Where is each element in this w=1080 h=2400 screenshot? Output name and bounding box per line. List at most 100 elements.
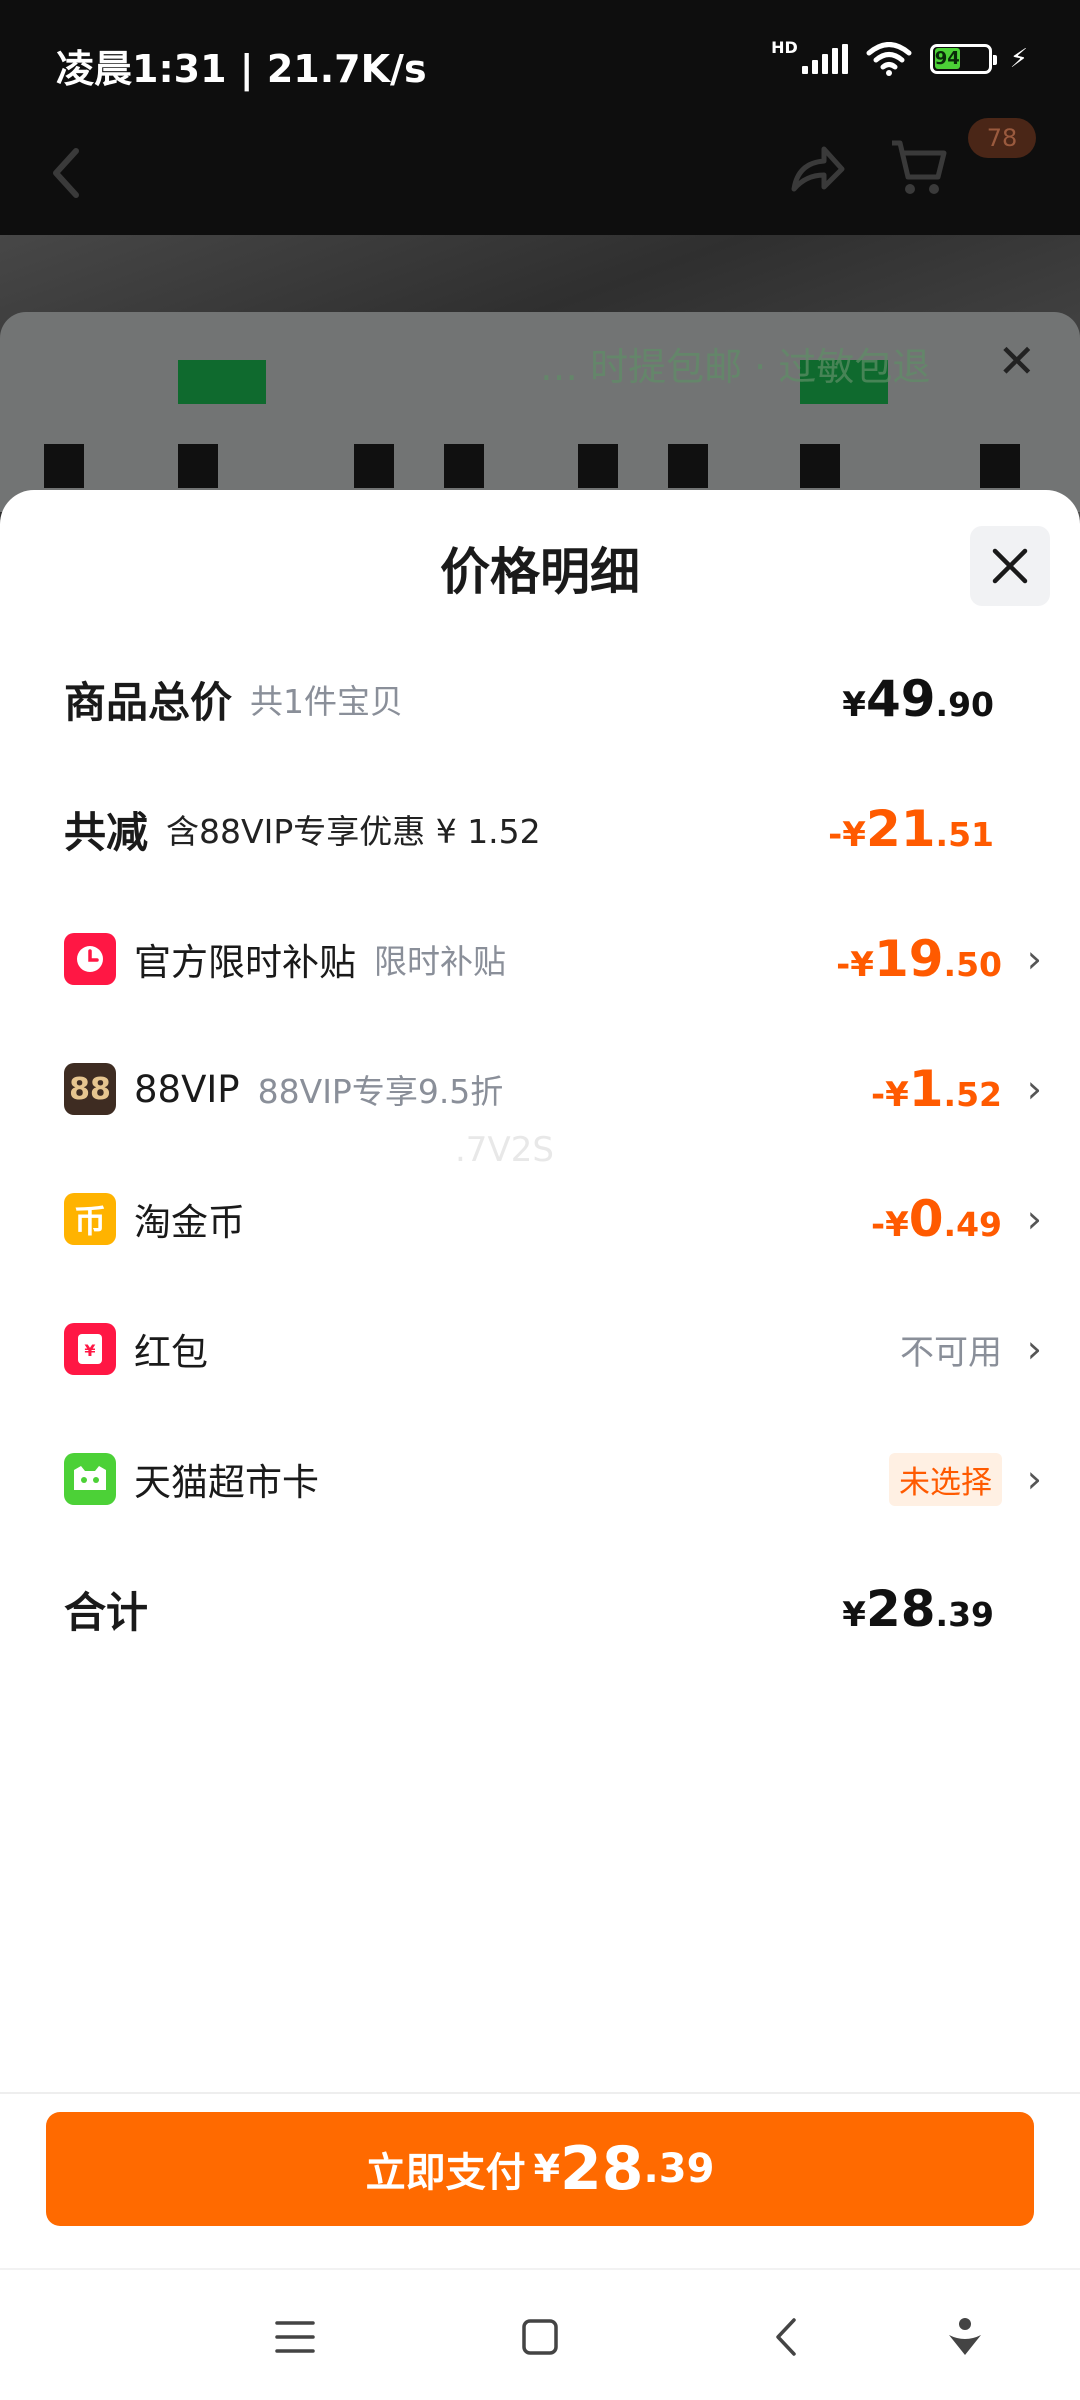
row-right: -¥21.51 <box>828 800 1042 858</box>
bg-thumb <box>178 444 218 488</box>
row-subtitle: 含88VIP专享优惠 ¥ 1.52 <box>166 812 541 851</box>
row-label: 红包 <box>134 1331 208 1374</box>
subtotal-amount: ¥49.90 <box>842 670 994 728</box>
row-right: ¥49.90 <box>842 670 1042 728</box>
row-title: 商品总价 <box>64 677 233 727</box>
coin-icon: 币 <box>64 1193 116 1245</box>
signal-icon <box>801 44 848 74</box>
row-right: -¥0.49 › <box>871 1190 1042 1248</box>
row-total: 合计 ¥28.39 <box>0 1564 1080 1654</box>
row-left: 合计 <box>64 1579 148 1640</box>
row-subtitle: 88VIP专享9.5折 <box>257 1072 504 1111</box>
row-left: 官方限时补贴 限时补贴 <box>64 932 506 986</box>
clock-icon <box>64 933 116 985</box>
down-arrow-icon <box>949 2318 981 2355</box>
tmall-card-status: 未选择 <box>889 1452 1002 1506</box>
row-right: 未选择 › <box>889 1452 1042 1506</box>
row-right: ¥28.39 <box>842 1580 1042 1638</box>
row-label: 天猫超市卡 <box>134 1461 319 1504</box>
bg-chip <box>178 360 266 404</box>
background-card: … 时提包邮 · 过敏包退 ✕ <box>0 312 1080 512</box>
row-label: 88VIP <box>134 1067 240 1111</box>
home-button[interactable] <box>505 2302 575 2372</box>
row-left: 商品总价 共1件宝贝 <box>64 669 403 730</box>
pay-amount-dec: .39 <box>643 2146 715 2192</box>
row-red-packet[interactable]: ¥ 红包 不可用 › <box>0 1304 1080 1394</box>
close-button[interactable] <box>970 526 1050 606</box>
menu-button[interactable] <box>260 2302 330 2372</box>
back-icon <box>776 2318 796 2356</box>
row-left: 天猫超市卡 <box>64 1452 319 1506</box>
back-arrow-icon <box>53 148 79 198</box>
divider <box>0 2268 1080 2270</box>
status-icons: HD 94 ⚡ <box>771 38 1028 76</box>
row-88vip[interactable]: 88 88VIP 88VIP专享9.5折 -¥1.52 › <box>0 1044 1080 1134</box>
price-detail-sheet: 价格明细 商品总价 共1件宝贝 ¥49.90 共减 含88VIP专享优惠 ¥ 1… <box>0 490 1080 2090</box>
chevron-right-icon: › <box>1026 1197 1042 1241</box>
back-button[interactable] <box>750 2302 820 2372</box>
status-time: 凌晨1:31 | 21.7K/s <box>56 47 427 91</box>
battery-level: 94 <box>934 48 960 69</box>
assistant-button[interactable] <box>930 2302 1000 2372</box>
menu-icon <box>275 2321 315 2353</box>
88vip-icon: 88 <box>64 1063 116 1115</box>
row-taojinbi[interactable]: 币 淘金币 -¥0.49 › <box>0 1174 1080 1264</box>
tmall-card-icon <box>64 1453 116 1505</box>
bg-close-icon: ✕ <box>997 334 1036 388</box>
discount-amount: -¥21.51 <box>828 800 994 858</box>
row-left: 币 淘金币 <box>64 1192 245 1246</box>
share-icon <box>791 146 845 192</box>
bg-thumb <box>800 444 840 488</box>
red-packet-status: 不可用 <box>900 1332 1002 1373</box>
row-subtotal: 商品总价 共1件宝贝 ¥49.90 <box>0 654 1080 744</box>
row-left: 88 88VIP 88VIP专享9.5折 <box>64 1063 503 1115</box>
row-right: 不可用 › <box>900 1325 1042 1374</box>
row-left: ¥ 红包 <box>64 1322 208 1376</box>
row-title: 共减 <box>64 807 149 857</box>
total-amount: ¥28.39 <box>842 1580 994 1638</box>
row-left: 共减 含88VIP专享优惠 ¥ 1.52 <box>64 799 541 860</box>
pay-now-button[interactable]: 立即支付 ¥ 28 .39 <box>46 2112 1034 2226</box>
chevron-right-icon: › <box>1026 1327 1042 1371</box>
watermark: .7V2S <box>455 1130 554 1170</box>
coin-amount: -¥0.49 <box>870 1190 1002 1248</box>
charging-icon: ⚡ <box>1009 44 1028 74</box>
red-packet-icon: ¥ <box>64 1323 116 1375</box>
chevron-right-icon: › <box>1026 1457 1042 1501</box>
wifi-icon <box>866 42 912 76</box>
bg-thumb <box>980 444 1020 488</box>
row-tmall-card[interactable]: 天猫超市卡 未选择 › <box>0 1434 1080 1524</box>
subsidy-amount: -¥19.50 <box>836 930 1002 988</box>
pay-label: 立即支付 <box>365 2150 526 2196</box>
row-title: 合计 <box>64 1587 149 1637</box>
row-label: 官方限时补贴 <box>134 941 356 984</box>
bg-thumb <box>444 444 484 488</box>
row-subtitle: 共1件宝贝 <box>250 682 404 721</box>
row-right: -¥19.50 › <box>836 930 1042 988</box>
row-official-subsidy[interactable]: 官方限时补贴 限时补贴 -¥19.50 › <box>0 914 1080 1004</box>
cart-icon <box>892 140 947 194</box>
close-icon <box>992 548 1028 584</box>
bg-card-text: … 时提包邮 · 过敏包退 <box>540 345 931 389</box>
home-square-icon <box>522 2319 558 2355</box>
battery-icon: 94 <box>929 44 997 74</box>
row-right: -¥1.52 › <box>871 1060 1042 1118</box>
row-subtitle: 限时补贴 <box>374 942 506 981</box>
chevron-right-icon: › <box>1026 1067 1042 1111</box>
row-label: 淘金币 <box>134 1201 245 1244</box>
pay-amount-int: 28 <box>560 2134 644 2204</box>
svg-text:¥: ¥ <box>84 1341 95 1360</box>
row-total-discount: 共减 含88VIP专享优惠 ¥ 1.52 -¥21.51 <box>0 784 1080 874</box>
bg-thumb <box>668 444 708 488</box>
status-bar: 凌晨1:31 | 21.7K/s HD 94 ⚡ <box>0 0 1080 125</box>
background-nav <box>0 125 1080 235</box>
cart-badge: 78 <box>968 118 1036 158</box>
pay-currency: ¥ <box>533 2147 561 2191</box>
divider <box>0 2092 1080 2094</box>
system-nav-bar <box>0 2272 1080 2400</box>
bg-thumb <box>354 444 394 488</box>
chevron-right-icon: › <box>1026 937 1042 981</box>
vip-amount: -¥1.52 <box>870 1060 1002 1118</box>
sheet-title: 价格明细 <box>440 543 640 601</box>
bg-thumb <box>44 444 84 488</box>
